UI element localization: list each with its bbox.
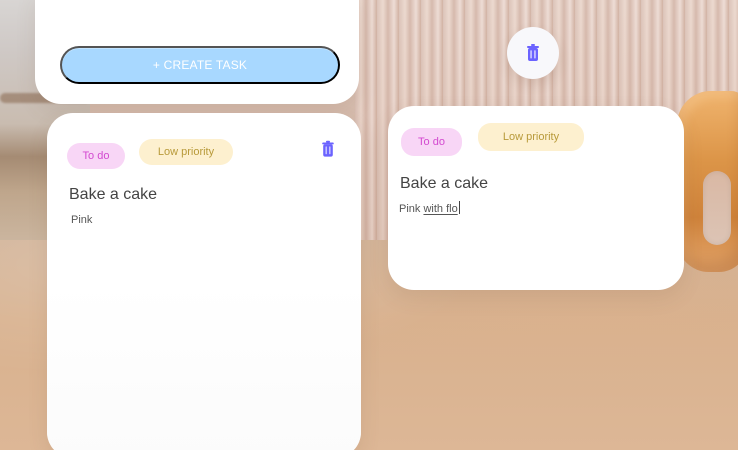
- trash-icon: [527, 44, 539, 61]
- task-description-editor[interactable]: Pink with flo: [399, 201, 460, 215]
- status-badge[interactable]: To do: [67, 143, 125, 169]
- description-fixed-text: Pink: [399, 203, 424, 215]
- drop-delete-target[interactable]: [507, 27, 559, 79]
- task-title[interactable]: Bake a cake: [69, 186, 157, 204]
- text-cursor: [458, 201, 460, 214]
- create-task-panel: + CREATE TASK: [35, 0, 359, 104]
- task-title[interactable]: Bake a cake: [400, 175, 488, 193]
- trash-icon: [322, 140, 334, 157]
- task-card[interactable]: To do Low priority Bake a cake Pink: [47, 113, 361, 450]
- pillow-hole: [703, 171, 731, 245]
- priority-badge[interactable]: Low priority: [478, 123, 584, 151]
- vr-task-scene: + CREATE TASK To do Low priority Bake a …: [0, 0, 738, 450]
- status-badge[interactable]: To do: [401, 128, 462, 156]
- delete-task-button[interactable]: [319, 140, 337, 158]
- description-editing-text: with flo: [423, 203, 458, 215]
- task-description[interactable]: Pink: [71, 214, 92, 226]
- create-task-button[interactable]: + CREATE TASK: [60, 46, 340, 84]
- priority-badge[interactable]: Low priority: [139, 139, 233, 165]
- dragged-task-card[interactable]: To do Low priority Bake a cake Pink with…: [388, 106, 684, 290]
